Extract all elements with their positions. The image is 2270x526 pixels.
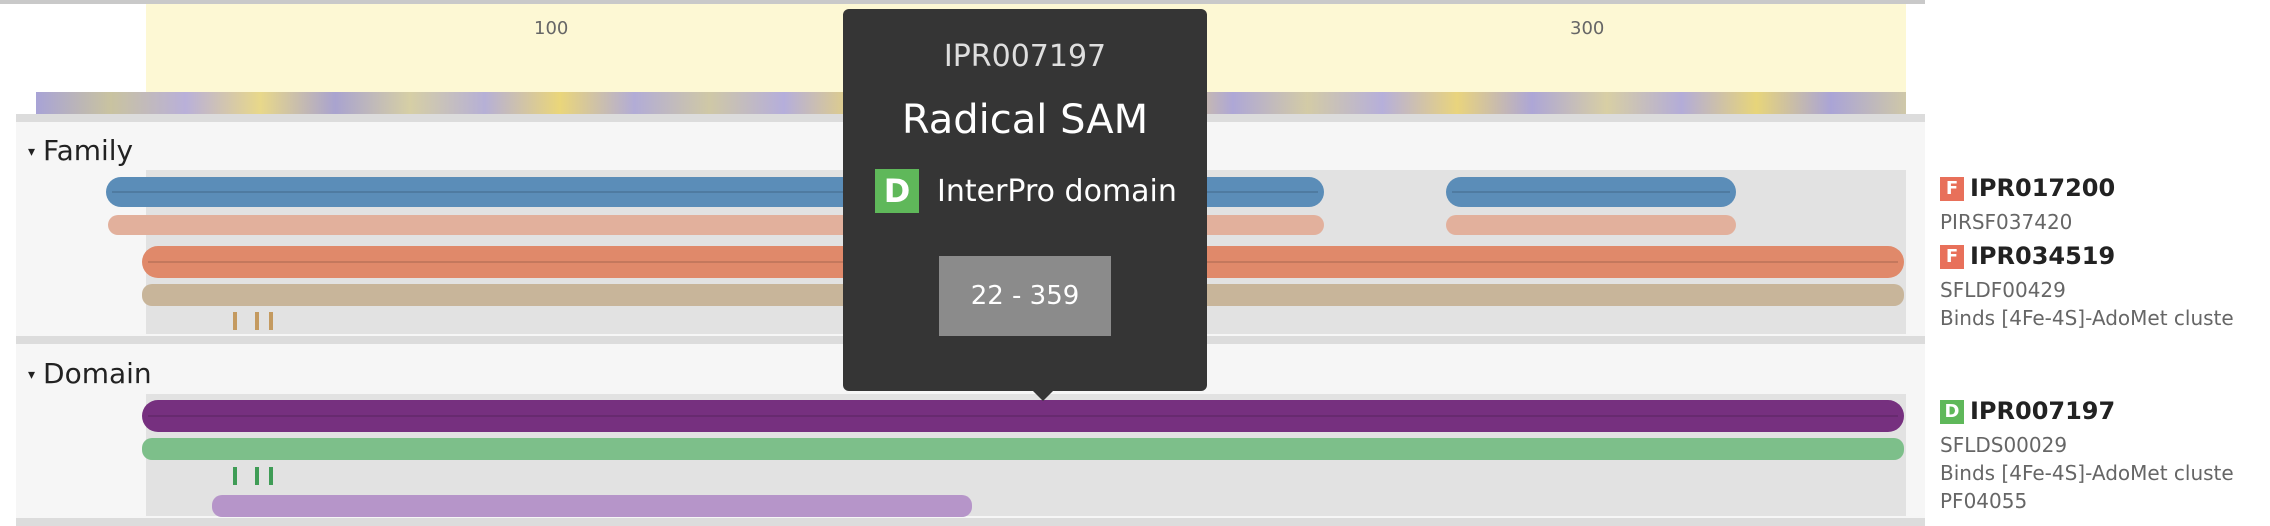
family-badge: F [1940,245,1964,269]
family-section-toggle[interactable]: ▾ Family [28,134,133,167]
domain-section-toggle[interactable]: ▾ Domain [28,357,152,390]
ipr007197-bar[interactable] [142,400,1904,432]
entry-accession: IPR017200 [1970,174,2116,202]
entry-sflds00029[interactable]: SFLDS00029 [1940,433,2270,457]
entry-ipr017200[interactable]: F IPR017200 [1940,174,2115,202]
family-section-title: Family [43,134,134,167]
domain-section-title: Domain [43,357,152,390]
tooltip-accession: IPR007197 [943,39,1107,74]
domain-badge: D [875,169,919,213]
domain-badge: D [1940,400,1964,424]
site-label[interactable]: Binds [4Fe-4S]-AdoMet cluste [1940,461,2270,485]
section-divider [16,518,1925,526]
entry-tooltip: IPR007197 Radical SAM D InterPro domain 2… [843,9,1207,401]
binding-residue-mark[interactable] [255,467,259,485]
caret-down-icon: ▾ [28,144,36,160]
tooltip-type: D InterPro domain [875,169,1177,213]
caret-down-icon: ▾ [28,367,36,383]
ruler-tick-100: 100 [534,18,569,39]
entry-accession: IPR007197 [1970,397,2116,425]
ruler-tick-300: 300 [1570,18,1605,39]
sflds00029-bar[interactable] [142,438,1904,460]
entry-pirsf037420[interactable]: PIRSF037420 [1940,210,2270,234]
family-badge: F [1940,177,1964,201]
entry-accession: IPR034519 [1970,242,2116,270]
binding-residue-mark[interactable] [233,467,237,485]
entry-sfldf00429[interactable]: SFLDF00429 [1940,278,2270,302]
ipr017200-bar[interactable] [1446,177,1736,207]
pirsf037420-bar[interactable] [1446,215,1736,235]
binding-residue-mark[interactable] [255,312,259,330]
tooltip-type-label: InterPro domain [937,173,1177,209]
site-label[interactable]: Binds [4Fe-4S]-AdoMet cluste [1940,306,2270,330]
entry-pf04055[interactable]: PF04055 [1940,489,2270,513]
entry-ipr007197[interactable]: D IPR007197 [1940,397,2115,425]
entry-ipr034519[interactable]: F IPR034519 [1940,242,2115,270]
tooltip-arrow [1033,391,1053,401]
pf04055-bar[interactable] [212,495,972,517]
tooltip-range: 22 - 359 [939,256,1111,336]
binding-residue-mark[interactable] [269,312,273,330]
tooltip-name: Radical SAM [901,97,1149,143]
binding-residue-mark[interactable] [233,312,237,330]
binding-residue-mark[interactable] [269,467,273,485]
